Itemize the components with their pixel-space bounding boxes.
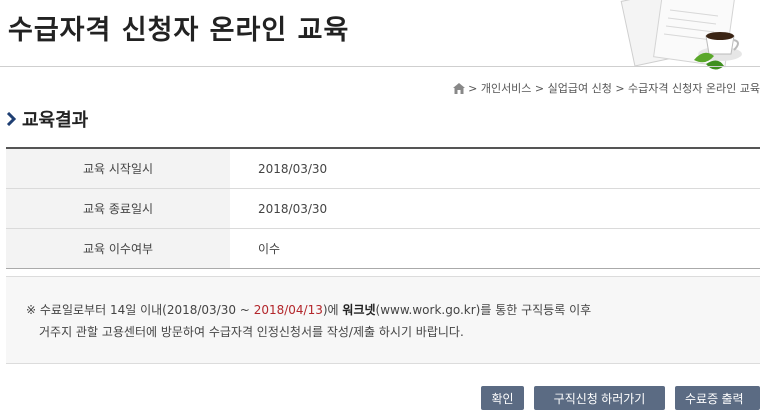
table-row: 교육 종료일시 2018/03/30 (6, 188, 760, 229)
deadline-date: 2018/04/13 (253, 303, 323, 317)
completion-value: 이수 (258, 242, 281, 256)
notice-text-b: )에 (322, 303, 343, 317)
notice-line-2: 거주지 관할 고용센터에 방문하여 수급자격 인정신청서를 작성/제출 하시기 … (39, 325, 464, 339)
home-icon[interactable] (453, 82, 466, 94)
notice-text-c: (www.work.go.kr)를 통한 구직등록 이후 (375, 303, 592, 317)
header-divider (0, 66, 760, 67)
notice-line-1: ※ 수료일로부터 14일 이내(2018/03/30 ~ 2018/04/13)… (26, 299, 760, 321)
notice-box: ※ 수료일로부터 14일 이내(2018/03/30 ~ 2018/04/13)… (6, 276, 760, 364)
end-date-label: 교육 종료일시 (6, 188, 230, 229)
section-title: 교육결과 (22, 110, 89, 131)
chevron-right-icon (6, 112, 16, 126)
notice-mark: ※ (26, 303, 37, 317)
table-row: 교육 이수여부 이수 (6, 228, 760, 269)
completion-label: 교육 이수여부 (6, 228, 230, 269)
print-certificate-button[interactable]: 수료증 출력 (675, 386, 760, 410)
breadcrumb-path[interactable]: > 개인서비스 > 실업급여 신청 > 수급자격 신청자 온라인 교육 (468, 80, 760, 96)
start-date-value: 2018/03/30 (230, 148, 760, 189)
worknet-name: 워크넷 (342, 303, 376, 317)
section-heading: 교육결과 (6, 106, 88, 132)
job-application-button[interactable]: 구직신청 하러가기 (534, 386, 665, 410)
notice-text-a: 수료일로부터 14일 이내(2018/03/30 ~ (39, 303, 254, 317)
documents-coffee-illustration (620, 0, 742, 70)
page-title: 수급자격 신청자 온라인 교육 (8, 15, 350, 46)
education-result-table: 교육 시작일시 2018/03/30 교육 종료일시 2018/03/30 교육… (6, 147, 760, 269)
start-date-label: 교육 시작일시 (6, 148, 230, 189)
confirm-button[interactable]: 확인 (481, 386, 524, 410)
table-row: 교육 시작일시 2018/03/30 (6, 148, 760, 189)
end-date-value: 2018/03/30 (230, 188, 760, 229)
breadcrumb: > 개인서비스 > 실업급여 신청 > 수급자격 신청자 온라인 교육 (453, 80, 760, 96)
